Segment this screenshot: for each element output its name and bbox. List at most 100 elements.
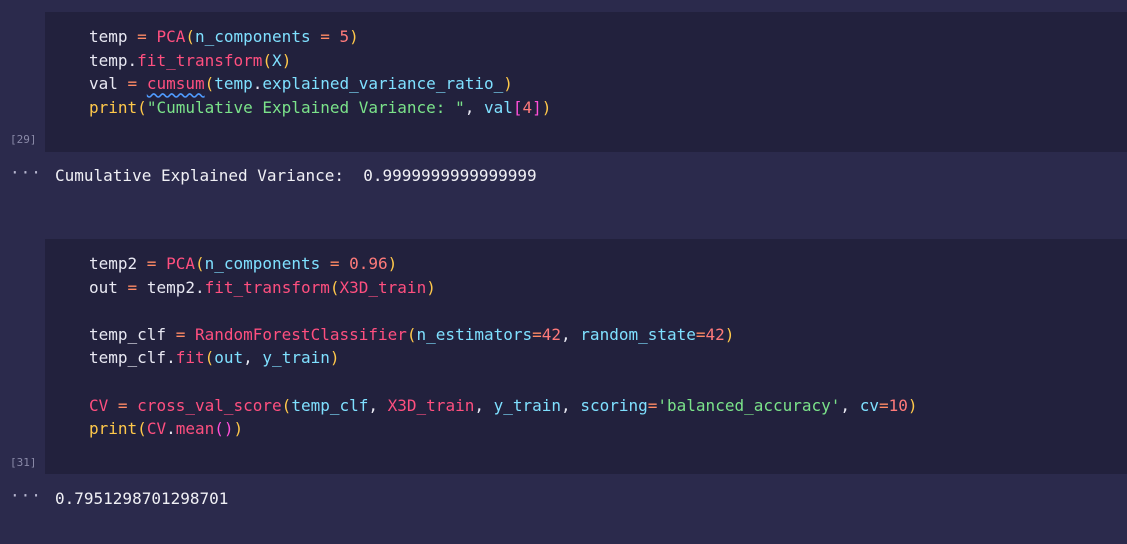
code-token: random_state [580, 324, 696, 344]
code-token: temp_clf [89, 348, 167, 368]
code-token: temp2 [146, 277, 195, 297]
code-token: = [310, 27, 340, 46]
code-token: ( [194, 254, 205, 273]
code-token: temp [214, 74, 253, 94]
code-token: , [840, 395, 860, 415]
code-line[interactable]: temp = PCA(n_components = 5) [89, 25, 551, 49]
code-token: 42 [541, 324, 562, 344]
code-token: PCA [156, 27, 186, 46]
code-token: ) [387, 254, 398, 273]
code-token: ( [204, 348, 215, 368]
code-line[interactable]: temp.fit_transform(X) [89, 49, 551, 73]
code-token: ( [185, 27, 195, 46]
code-editor[interactable]: temp = PCA(n_components = 5) temp.fit_tra… [89, 25, 551, 119]
code-token: ( [262, 50, 273, 70]
code-token: n_estimators [416, 324, 533, 344]
code-token: , [561, 324, 581, 344]
code-token: = [878, 395, 889, 415]
code-token: 0.96 [349, 254, 388, 273]
code-token: print [89, 97, 138, 117]
cell-output: Cumulative Explained Variance: 0.9999999… [55, 166, 537, 185]
code-editor[interactable]: temp2 = PCA(n_components = 0.96) out = te… [89, 252, 918, 441]
code-token: . [166, 419, 176, 439]
code-token: "Cumulative Explained Variance: " [146, 97, 465, 117]
code-token: cv [859, 395, 879, 415]
code-token: ( [329, 277, 340, 297]
code-token: , [243, 348, 263, 368]
code-token: temp_clf [291, 395, 369, 415]
code-token: n_components [204, 254, 321, 273]
code-token: cumsum [146, 74, 205, 94]
code-token: . [166, 348, 176, 368]
code-token: 10 [888, 395, 908, 415]
code-token: scoring [580, 395, 648, 415]
code-token: ( [214, 419, 224, 439]
code-token: out [89, 277, 118, 297]
code-token: ) [426, 277, 436, 297]
code-token: ) [233, 419, 244, 439]
code-token: ) [503, 74, 513, 94]
code-token: = [695, 324, 706, 344]
code-token: = [166, 324, 195, 344]
notebook-page: temp = PCA(n_components = 5) temp.fit_tra… [0, 0, 1127, 544]
code-token: X3D_train [339, 277, 427, 297]
code-token: ) [349, 27, 359, 46]
code-token: ( [406, 324, 417, 344]
code-token: y_train [493, 395, 562, 415]
code-token: val [89, 74, 118, 94]
code-token: CV [146, 419, 167, 439]
code-token: RandomForestClassifier [194, 324, 407, 344]
code-token: temp2 [89, 254, 138, 273]
code-token: = [532, 324, 542, 344]
code-token: ) [907, 395, 918, 415]
code-token: mean [175, 419, 215, 439]
code-token: ) [223, 419, 234, 439]
code-token: . [194, 277, 205, 297]
code-token: ) [281, 50, 292, 70]
code-line[interactable]: print("Cumulative Explained Variance: ",… [89, 96, 551, 120]
code-line[interactable] [89, 370, 918, 394]
cell-output: 0.7951298701298701 [55, 489, 229, 508]
code-token: fit_transform [137, 50, 263, 70]
code-token: . [252, 74, 263, 94]
code-token: , [474, 395, 494, 415]
code-token: = [108, 395, 138, 415]
code-line[interactable]: temp2 = PCA(n_components = 0.96) [89, 252, 918, 276]
code-token: ( [281, 395, 292, 415]
code-line[interactable] [89, 299, 918, 323]
code-token: temp_clf [89, 324, 167, 344]
execution-count: [29] [10, 133, 37, 146]
code-token: cross_val_score [137, 395, 282, 415]
code-line[interactable]: temp_clf.fit(out, y_train) [89, 346, 918, 370]
code-token: 4 [522, 97, 533, 117]
code-token: = [117, 74, 147, 94]
code-token: CV [89, 395, 109, 415]
code-line[interactable]: temp_clf = RandomForestClassifier(n_esti… [89, 323, 918, 347]
code-cell-29[interactable]: temp = PCA(n_components = 5) temp.fit_tra… [45, 12, 1127, 152]
code-line[interactable]: print(CV.mean()) [89, 417, 918, 441]
code-token: 'balanced_accuracy' [657, 395, 841, 415]
code-token: = [137, 254, 167, 273]
code-token: ( [204, 74, 215, 94]
code-token: , [561, 395, 581, 415]
code-token: , [368, 395, 388, 415]
code-line[interactable]: val = cumsum(temp.explained_variance_rat… [89, 72, 551, 96]
code-cell-31[interactable]: temp2 = PCA(n_components = 0.96) out = te… [45, 239, 1127, 474]
output-menu-icon[interactable]: ··· [10, 486, 42, 505]
code-token: temp [89, 50, 128, 70]
code-token: y_train [262, 348, 330, 368]
code-token: = [647, 395, 658, 415]
code-line[interactable]: out = temp2.fit_transform(X3D_train) [89, 276, 918, 300]
code-line[interactable]: CV = cross_val_score(temp_clf, X3D_train… [89, 394, 918, 418]
code-token: print [89, 419, 138, 439]
code-token: ( [137, 419, 147, 439]
code-token: [ [512, 97, 523, 117]
code-token: fit [175, 348, 205, 368]
code-token: ) [724, 324, 735, 344]
code-token: PCA [166, 254, 195, 273]
execution-count: [31] [10, 456, 37, 469]
code-token: val [483, 97, 513, 117]
output-menu-icon[interactable]: ··· [10, 163, 42, 182]
code-token: fit_transform [204, 277, 330, 297]
code-token: explained_variance_ratio_ [262, 74, 504, 94]
